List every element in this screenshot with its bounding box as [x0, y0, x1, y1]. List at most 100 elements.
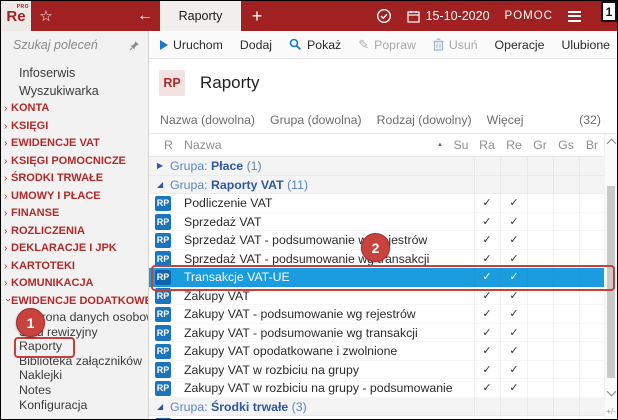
check-re-icon: ✓ — [501, 287, 527, 306]
status-check-circle-icon[interactable] — [376, 8, 392, 24]
popraw-button[interactable]: ✎Popraw — [358, 37, 416, 53]
page-title: Raporty — [200, 73, 260, 93]
help-menu[interactable]: POMOC — [505, 10, 553, 22]
sidebar-item-notes[interactable]: Notes — [1, 383, 148, 398]
table-row-zakupy-vat-w-rozbiciu-na-grupy-podsumowanie[interactable]: RPZakupy VAT w rozbiciu na grupy - podsu… — [149, 379, 617, 398]
sidebar-section-ksi-gi-pomocnicze[interactable]: ›KSIĘGI POMOCNICZE — [1, 153, 148, 171]
chevron-right-icon: › — [4, 258, 11, 276]
favorites-star-icon[interactable]: ☆ — [34, 1, 58, 31]
new-tab-button[interactable]: + — [244, 1, 270, 31]
check-ra-icon: ✓ — [474, 268, 500, 287]
column-header-su[interactable]: Su — [448, 134, 474, 156]
sidebar-item-wyszukiwarka[interactable]: Wyszukiwarka — [1, 82, 148, 100]
sort-ascending-icon[interactable]: ▲ — [437, 142, 443, 148]
group-expanded-icon[interactable]: ◢ — [157, 398, 163, 417]
sidebar-section-ksi-gi[interactable]: ›KSIĘGI — [1, 118, 148, 136]
sidebar-item-konfiguracja[interactable]: Konfiguracja — [1, 398, 148, 413]
table-row-zakupy-vat[interactable]: RPZakupy VAT✓✓ — [149, 287, 617, 306]
sidebar-section-ewidencje-vat[interactable]: ›EWIDENCJE VAT — [1, 135, 148, 153]
sidebar-section-konta[interactable]: ›KONTA — [1, 100, 148, 118]
sidebar-section-finanse[interactable]: ›FINANSE — [1, 205, 148, 223]
hamburger-menu-icon[interactable] — [568, 8, 581, 24]
check-ra-icon: ✓ — [474, 342, 500, 361]
command-search-input[interactable]: Szukaj poleceń — [1, 31, 148, 59]
table-row-zakupy-vat-opodatkowane-i-zwolnione[interactable]: RPZakupy VAT opodatkowane i zwolnione✓✓ — [149, 342, 617, 361]
table-row-podliczenie-vat[interactable]: RPPodliczenie VAT✓✓ — [149, 194, 617, 213]
table-row-zakupy-vat-podsumowanie-wg-rejestr-w[interactable]: RPZakupy VAT - podsumowanie wg rejestrów… — [149, 305, 617, 324]
column-header-re[interactable]: Re — [501, 134, 527, 156]
group-expanded-icon[interactable]: ◢ — [157, 176, 163, 195]
group-count: (11) — [284, 178, 308, 192]
sidebar-item-infoserwis[interactable]: Infoserwis — [1, 64, 148, 82]
scroll-down-icon[interactable] — [607, 387, 617, 397]
sidebar-section-komunikacja[interactable]: ›KOMUNIKACJA — [1, 275, 148, 293]
report-name: Sprzedaż VAT — [184, 213, 261, 232]
scroll-up-icon[interactable] — [607, 139, 617, 149]
group-row-rodki-trwa-e[interactable]: ◢Grupa: Środki trwałe (3) — [149, 398, 617, 417]
table-row-sprzeda-vat[interactable]: RPSprzedaż VAT✓✓ — [149, 213, 617, 232]
sidebar-item-raporty[interactable]: Raporty — [1, 339, 148, 354]
table-row-przyj-cia-rodk-w-trwa-ych[interactable]: RPPrzyjęcia środków trwałych✓✓ — [149, 416, 617, 419]
column-separator — [553, 157, 554, 419]
sidebar-section-kartoteki[interactable]: ›KARTOTEKI — [1, 258, 148, 276]
report-rp-icon: RP — [155, 307, 171, 323]
back-arrow-icon[interactable]: ← — [132, 1, 158, 31]
sidebar-section-deklaracje-i-jpk[interactable]: ›DEKLARACJE I JPK — [1, 240, 148, 258]
check-re-icon: ✓ — [501, 379, 527, 398]
table-row-transakcje-vat-ue[interactable]: RPTransakcje VAT-UE✓✓ — [149, 268, 617, 287]
sidebar-section-ewidencje-dodatkowe[interactable]: ›EWIDENCJE DODATKOWE — [1, 293, 148, 311]
trash-icon — [433, 38, 444, 51]
sidebar-section-rozliczenia[interactable]: ›ROZLICZENIA — [1, 223, 148, 241]
chevron-right-icon: › — [4, 205, 11, 223]
column-header-r[interactable]: R — [164, 134, 173, 156]
column-header-br[interactable]: Br — [579, 134, 605, 156]
uruchom-button[interactable]: Uruchom — [160, 38, 223, 52]
check-re-icon: ✓ — [501, 194, 527, 213]
scrollbar-thumb[interactable] — [607, 186, 615, 378]
check-re-icon: ✓ — [501, 231, 527, 250]
filter-wi-cej[interactable]: Więcej — [487, 113, 524, 127]
check-ra-icon: ✓ — [474, 250, 500, 269]
filter-nazwa-dowolna[interactable]: Nazwa (dowolna) — [160, 113, 255, 127]
group-row-raporty-vat[interactable]: ◢Grupa: Raporty VAT (11) — [149, 176, 617, 195]
usu-button[interactable]: Usuń — [433, 38, 478, 52]
date-control[interactable]: 15-10-2020 — [407, 9, 490, 23]
report-rp-icon: RP — [155, 362, 171, 378]
table-row-zakupy-vat-podsumowanie-wg-transakcji[interactable]: RPZakupy VAT - podsumowanie wg transakcj… — [149, 324, 617, 343]
chevron-right-icon: › — [4, 275, 11, 293]
poka-button[interactable]: Pokaż — [289, 38, 341, 52]
title-bar: Re PRO ☆ ← Raporty + 15-10-2020 POMOC 1 — [1, 1, 617, 31]
report-name: Sprzedaż VAT - podsumowanie wg rejestrów — [184, 231, 427, 250]
filter-rodzaj-dowolny[interactable]: Rodzaj (dowolny) — [377, 113, 472, 127]
calendar-icon — [407, 10, 420, 23]
column-header-ra[interactable]: Ra — [474, 134, 500, 156]
module-badge: RP — [159, 70, 185, 96]
record-count: (32) — [579, 113, 601, 127]
column-header-gs[interactable]: Gs — [553, 134, 579, 156]
sidebar-item-naklejki[interactable]: Naklejki — [1, 368, 148, 383]
ulubione-button[interactable]: Ulubione — [561, 38, 610, 52]
table-header: ▲ R Nazwa SuRaReGrGsBr — [149, 134, 617, 157]
group-prefix: Grupa: — [170, 159, 211, 173]
chevron-right-icon: › — [4, 170, 11, 188]
vertical-scrollbar[interactable]: +/- — [604, 134, 617, 419]
filter-grupa-dowolna[interactable]: Grupa (dowolna) — [270, 113, 362, 127]
group-count: (3) — [288, 400, 306, 414]
tab-raporty[interactable]: Raporty — [160, 1, 241, 31]
sidebar-section-rodki-trwa-e[interactable]: ›ŚRODKI TRWAŁE — [1, 170, 148, 188]
report-name: Przyjęcia środków trwałych — [184, 416, 332, 419]
sidebar-section-umowy-i-p-ace[interactable]: ›UMOWY I PŁACE — [1, 188, 148, 206]
toolbar-left: Uruchom Dodaj Pokaż ✎Popraw Usuń Operacje Ulub… — [160, 37, 610, 53]
operacje-button[interactable]: Operacje — [495, 38, 545, 52]
group-collapsed-icon[interactable]: ▶ — [157, 157, 163, 176]
group-row-p-ace[interactable]: ▶Grupa: Płace (1) — [149, 157, 617, 176]
column-header-gr[interactable]: Gr — [527, 134, 553, 156]
check-ra-icon: ✓ — [474, 379, 500, 398]
column-header-nazwa[interactable]: Nazwa — [184, 134, 222, 156]
pin-icon[interactable] — [129, 40, 140, 51]
sidebar-item-biblioteka-za-cznik-w[interactable]: Biblioteka załączników — [1, 354, 148, 369]
dodaj-button[interactable]: Dodaj — [240, 38, 272, 52]
check-ra-icon: ✓ — [474, 361, 500, 380]
table-row-zakupy-vat-w-rozbiciu-na-grupy[interactable]: RPZakupy VAT w rozbiciu na grupy✓✓ — [149, 361, 617, 380]
check-re-icon: ✓ — [501, 268, 527, 287]
